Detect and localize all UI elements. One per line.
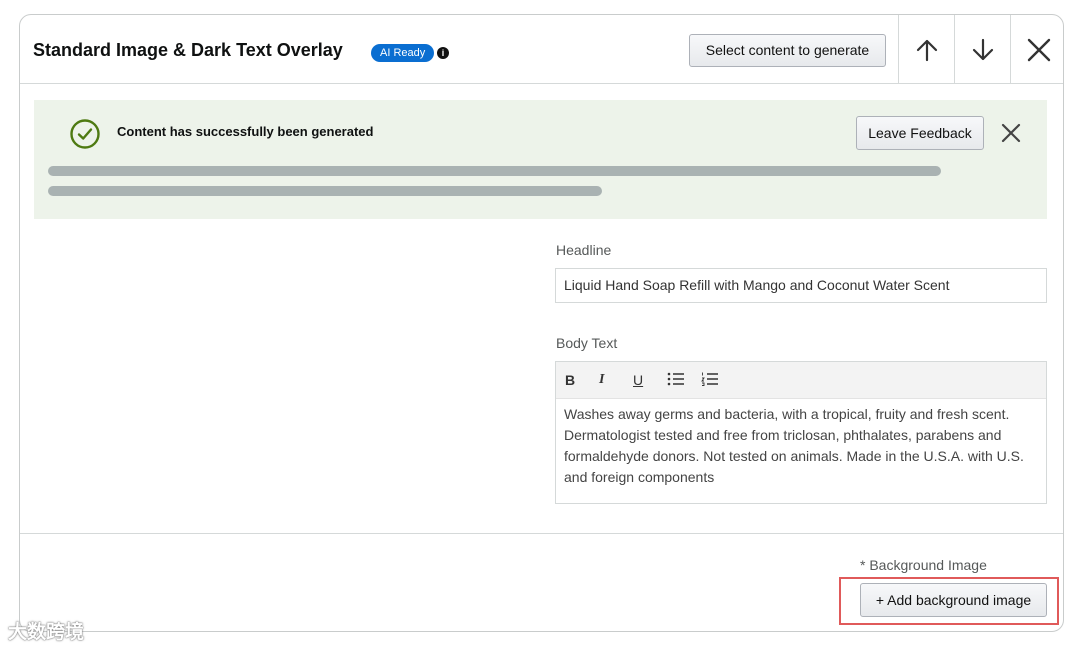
bullet-list-icon (667, 372, 684, 385)
module-title: Standard Image & Dark Text Overlay (33, 40, 343, 60)
info-icon[interactable]: i (437, 47, 449, 59)
underline-button[interactable]: U (633, 372, 667, 388)
italic-button[interactable]: I (599, 372, 633, 388)
highlight-box (839, 577, 1059, 625)
ai-ready-badge: AI Ready (371, 44, 435, 62)
close-icon[interactable] (1000, 122, 1022, 144)
body-text-content[interactable]: Washes away germs and bacteria, with a t… (556, 399, 1046, 493)
success-banner: Content has successfully been generated … (34, 100, 1047, 219)
remove-module-button[interactable] (1010, 15, 1063, 84)
background-image-label: * Background Image (860, 557, 987, 573)
leave-feedback-button[interactable]: Leave Feedback (856, 116, 984, 150)
arrow-down-icon (972, 38, 993, 60)
bold-button[interactable]: B (565, 372, 599, 388)
success-message: Content has successfully been generated (117, 124, 374, 139)
check-circle-icon (70, 119, 100, 149)
move-down-button[interactable] (954, 15, 1010, 84)
numbered-list-icon (701, 372, 718, 386)
headline-label: Headline (556, 242, 612, 258)
select-content-button[interactable]: Select content to generate (689, 34, 886, 67)
headline-input[interactable]: Liquid Hand Soap Refill with Mango and C… (555, 268, 1047, 303)
arrow-up-icon (916, 39, 937, 61)
close-icon (1027, 38, 1050, 61)
bullet-list-button[interactable] (667, 372, 701, 389)
numbered-list-button[interactable] (701, 372, 735, 389)
move-up-button[interactable] (898, 15, 954, 84)
editor-toolbar: B I U (556, 362, 1046, 399)
module-header: Standard Image & Dark Text Overlay AI Re… (20, 15, 1063, 84)
content-module-card: Standard Image & Dark Text Overlay AI Re… (19, 14, 1064, 632)
body-text-label: Body Text (556, 335, 618, 351)
section-divider (20, 533, 1063, 534)
placeholder-bar (48, 186, 602, 196)
placeholder-bar (48, 166, 941, 176)
watermark: 大数跨境 (8, 622, 85, 643)
body-text-editor: B I U Washes away germs and bacteria, wi… (555, 361, 1047, 504)
